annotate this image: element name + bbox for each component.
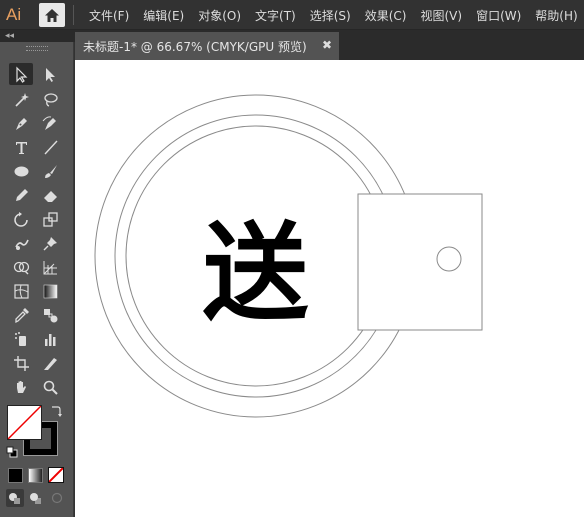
mesh-icon	[13, 283, 29, 299]
draw-inside-icon	[51, 492, 63, 504]
paintbrush-icon	[44, 164, 57, 178]
artboard-tool[interactable]	[9, 352, 33, 374]
warp-tool[interactable]	[9, 232, 33, 254]
rotate-tool[interactable]	[9, 208, 33, 230]
color-button[interactable]	[8, 468, 23, 483]
magnifier-icon	[43, 380, 58, 395]
menu-object[interactable]: 对象(O)	[191, 7, 248, 24]
menu-divider	[73, 5, 74, 25]
bar-graph-icon	[44, 333, 55, 346]
warp-finger-icon	[14, 239, 29, 250]
scale-icon	[42, 211, 58, 227]
lasso-icon	[43, 92, 58, 107]
menu-help[interactable]: 帮助(H)	[528, 7, 584, 24]
shape-builder-icon	[13, 261, 29, 274]
perspective-grid-icon	[43, 260, 57, 274]
puppet-warp-tool[interactable]	[38, 232, 62, 254]
curvature-tool[interactable]	[38, 112, 62, 134]
gradient-tool[interactable]	[38, 280, 62, 302]
ellipse-icon	[14, 166, 28, 176]
close-tab-icon[interactable]: ✖	[322, 38, 332, 52]
shape-builder-tool[interactable]	[9, 256, 33, 278]
curvature-pen-icon	[42, 115, 56, 130]
pencil-icon	[15, 188, 28, 201]
direct-selection-arrow-icon	[45, 67, 55, 82]
magic-wand-icon	[14, 92, 29, 107]
eraser-icon	[43, 190, 57, 202]
line-segment-icon	[43, 140, 58, 154]
pen-nib-icon	[15, 117, 27, 130]
menu-edit[interactable]: 编辑(E)	[136, 7, 191, 24]
artboard-canvas[interactable]: 送	[75, 60, 584, 517]
blend-icon	[43, 308, 57, 322]
none-slash-icon	[49, 468, 63, 482]
slice-knife-icon	[43, 357, 57, 370]
symbol-sprayer-icon	[14, 331, 26, 346]
home-button[interactable]	[39, 3, 65, 27]
selection-arrow-icon	[15, 66, 27, 83]
default-fill-stroke-icon[interactable]	[6, 446, 18, 458]
symbol-sprayer-tool[interactable]	[9, 328, 33, 350]
collapse-panel-button[interactable]: ◂◂	[5, 30, 14, 42]
menu-effect[interactable]: 效果(C)	[358, 7, 414, 24]
app-logo: Ai	[6, 5, 22, 24]
document-tab[interactable]: 未标题-1* @ 66.67% (CMYK/GPU 预览) ✖	[75, 32, 339, 60]
menu-file[interactable]: 文件(F)	[82, 7, 136, 24]
magic-wand-tool[interactable]	[9, 88, 33, 110]
mesh-tool[interactable]	[9, 280, 33, 302]
line-segment-tool[interactable]	[38, 136, 62, 158]
draw-normal-button[interactable]	[6, 489, 24, 507]
type-tool[interactable]	[9, 136, 33, 158]
slice-tool[interactable]	[38, 352, 62, 374]
gradient-icon	[43, 284, 57, 298]
type-t-icon	[15, 141, 27, 154]
menu-bar: Ai 文件(F) 编辑(E) 对象(O) 文字(T) 选择(S) 效果(C) 视…	[0, 0, 584, 30]
draw-normal-icon	[9, 493, 20, 504]
direct-selection-tool[interactable]	[38, 63, 62, 85]
lasso-tool[interactable]	[38, 88, 62, 110]
eyedropper-icon	[14, 307, 29, 323]
pencil-tool[interactable]	[9, 184, 33, 206]
hand-icon	[16, 380, 26, 393]
ellipse-tool[interactable]	[9, 160, 33, 182]
main-menu: 文件(F) 编辑(E) 对象(O) 文字(T) 选择(S) 效果(C) 视图(V…	[82, 0, 584, 30]
draw-behind-icon	[30, 493, 41, 504]
paintbrush-tool[interactable]	[38, 160, 62, 182]
eyedropper-tool[interactable]	[9, 304, 33, 326]
hand-tool[interactable]	[9, 376, 33, 398]
canvas-glyph-text[interactable]: 送	[193, 218, 318, 330]
menu-type[interactable]: 文字(T)	[248, 7, 303, 24]
none-button[interactable]	[48, 467, 64, 483]
rotate-icon	[13, 211, 28, 227]
panel-grip[interactable]	[26, 46, 48, 51]
selection-tool[interactable]	[9, 63, 33, 85]
column-graph-tool[interactable]	[38, 328, 62, 350]
zoom-tool[interactable]	[38, 376, 62, 398]
pushpin-icon	[43, 236, 57, 250]
pen-tool[interactable]	[9, 112, 33, 134]
scale-tool[interactable]	[38, 208, 62, 230]
home-icon	[45, 8, 59, 22]
artboard-icon	[13, 355, 29, 371]
square-shape	[357, 193, 483, 331]
perspective-grid-tool[interactable]	[38, 256, 62, 278]
artwork	[94, 94, 483, 418]
document-tab-bar: 未标题-1* @ 66.67% (CMYK/GPU 预览) ✖	[75, 30, 584, 60]
document-tab-title: 未标题-1* @ 66.67% (CMYK/GPU 预览)	[83, 39, 307, 54]
swap-fill-stroke-icon[interactable]	[50, 404, 62, 418]
gradient-button[interactable]	[28, 468, 43, 483]
draw-behind-button[interactable]	[27, 489, 45, 507]
blend-tool[interactable]	[38, 304, 62, 326]
menu-view[interactable]: 视图(V)	[413, 7, 469, 24]
eraser-tool[interactable]	[38, 184, 62, 206]
fill-swatch[interactable]	[7, 405, 42, 440]
none-fill-indicator	[8, 406, 41, 439]
menu-window[interactable]: 窗口(W)	[469, 7, 528, 24]
menu-select[interactable]: 选择(S)	[303, 7, 358, 24]
draw-inside-button[interactable]	[48, 489, 66, 507]
